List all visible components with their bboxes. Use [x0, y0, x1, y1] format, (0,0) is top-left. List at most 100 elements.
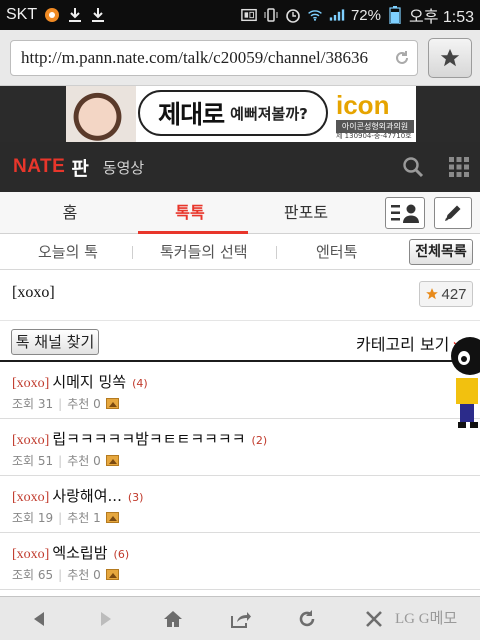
- view-count: 조회 51: [12, 454, 54, 468]
- post-tag: [xoxo]: [12, 376, 50, 391]
- like-count: 추천 0: [67, 397, 101, 411]
- write-button[interactable]: [434, 197, 472, 229]
- post-title: 시메지 밍쏙: [52, 373, 127, 391]
- close-icon[interactable]: [362, 607, 386, 631]
- list-item[interactable]: [xoxo] 시메지 밍쏙 (4) 조회 31 | 추천 0: [0, 362, 480, 419]
- favorite-count: 427: [441, 285, 467, 303]
- post-list: [xoxo] 시메지 밍쏙 (4) 조회 31 | 추천 0 [xoxo] 립ㅋㅋㅋㅋ…: [0, 362, 480, 590]
- sub-tab-today[interactable]: 오늘의 톡: [38, 234, 98, 270]
- floating-mascot-icon[interactable]: [448, 328, 480, 438]
- find-channel-button[interactable]: 톡 채널 찾기: [11, 329, 99, 355]
- list-item[interactable]: [xoxo] 사랑해여... (3) 조회 19 | 추천 1: [0, 476, 480, 533]
- category-view-link[interactable]: 카테고리 보기›: [356, 331, 459, 355]
- grid-menu-icon[interactable]: [448, 156, 470, 178]
- star-icon: [426, 288, 439, 300]
- comment-count: (2): [251, 434, 268, 447]
- post-meta: 조회 19 | 추천 1: [12, 509, 119, 526]
- post-title-line: [xoxo] 립ㅋㅋㅋㅋㅋ밤ㅋㅌㅌㅋㅋㅋㅋ (2): [12, 428, 267, 449]
- photo-icon: [105, 569, 119, 580]
- download-icon-2: [90, 7, 106, 23]
- profile-list-icon: [391, 204, 419, 223]
- post-title: 엑소립밤: [52, 544, 108, 562]
- bookmark-button[interactable]: [428, 38, 472, 78]
- signal-icon: [329, 7, 345, 23]
- channel-row: [xoxo] 427: [0, 276, 480, 312]
- ad-model-image: [66, 86, 136, 142]
- post-tag: [xoxo]: [12, 547, 50, 562]
- list-item[interactable]: [xoxo] 엑소립밤 (6) 조회 65 | 추천 0: [0, 533, 480, 590]
- post-title: 립ㅋㅋㅋㅋㅋ밤ㅋㅌㅌㅋㅋㅋㅋ: [52, 430, 246, 448]
- view-count: 조회 31: [12, 397, 54, 411]
- ad-subheadline: 예뻐져볼까?: [230, 104, 308, 123]
- meta-separator: |: [58, 510, 63, 525]
- my-profile-button[interactable]: [385, 197, 425, 229]
- main-tabs: 홈 톡톡 판포토: [0, 192, 480, 234]
- tab-panpo[interactable]: 판포토: [264, 192, 348, 234]
- like-count: 추천 0: [67, 454, 101, 468]
- ad-speech-bubble: 제대로 예뻐져볼까?: [138, 90, 328, 136]
- browser-bottom-bar: LG G메모: [0, 596, 480, 640]
- home-icon[interactable]: [161, 607, 185, 631]
- sub-tab-entertainment[interactable]: 엔터톡: [316, 234, 357, 270]
- favorite-button[interactable]: 427: [419, 281, 473, 307]
- wifi-icon: [307, 7, 323, 23]
- meta-separator: |: [58, 396, 63, 411]
- post-title-line: [xoxo] 시메지 밍쏙 (4): [12, 371, 148, 392]
- battery-icon: [387, 6, 403, 24]
- like-count: 추천 1: [67, 511, 101, 525]
- post-tag: [xoxo]: [12, 433, 50, 448]
- ad-banner[interactable]: 제대로 예뻐져볼까? icon 아이콘성형외과의원 제 130904-중-477…: [66, 86, 416, 142]
- meta-separator: |: [58, 453, 63, 468]
- video-link[interactable]: 동영상: [103, 157, 144, 178]
- post-meta: 조회 65 | 추천 0: [12, 566, 119, 583]
- device-watermark: LG G메모: [395, 611, 458, 627]
- photo-icon: [105, 455, 119, 466]
- ad-logo: icon: [336, 90, 390, 120]
- post-meta: 조회 51 | 추천 0: [12, 452, 119, 469]
- back-icon[interactable]: [27, 607, 51, 631]
- sub-tab-talkers-choice[interactable]: 톡커들의 선택: [160, 234, 248, 270]
- battery-percent: 72%: [350, 6, 381, 24]
- reload-icon[interactable]: [393, 49, 411, 67]
- clock: 오후 1:53: [408, 9, 474, 26]
- view-count: 조회 19: [12, 511, 54, 525]
- comment-count: (3): [127, 491, 144, 504]
- star-icon: [440, 48, 460, 67]
- carrier-label: SKT: [6, 6, 38, 23]
- pencil-icon: [445, 205, 461, 221]
- comment-count: (6): [113, 548, 130, 561]
- refresh-icon[interactable]: [295, 607, 319, 631]
- post-title-line: [xoxo] 사랑해여... (3): [12, 485, 143, 506]
- photo-icon: [105, 398, 119, 409]
- ad-strip: 제대로 예뻐져볼까? icon 아이콘성형외과의원 제 130904-중-477…: [0, 86, 480, 142]
- list-item[interactable]: [xoxo] 립ㅋㅋㅋㅋㅋ밤ㅋㅌㅌㅋㅋㅋㅋ (2) 조회 51 | 추천 0: [0, 419, 480, 476]
- view-count: 조회 65: [12, 568, 54, 582]
- meta-separator: |: [58, 567, 63, 582]
- forward-icon[interactable]: [94, 607, 118, 631]
- status-left: SKT: [6, 6, 106, 24]
- vibrate-icon: [263, 7, 279, 23]
- share-icon[interactable]: [228, 607, 252, 631]
- sub-tab-divider: [132, 246, 133, 259]
- alarm-icon: [285, 7, 301, 23]
- download-icon: [67, 7, 83, 23]
- sub-tabs: 오늘의 톡 톡커들의 선택 엔터톡 전체목록: [0, 234, 480, 270]
- all-list-button[interactable]: 전체목록: [409, 239, 473, 265]
- tab-home[interactable]: 홈: [30, 192, 110, 234]
- status-bar: SKT 72% 오후 1:53: [0, 0, 480, 30]
- status-right: 72% 오후 1:53: [241, 3, 474, 27]
- site-header: NATE 판 동영상: [0, 142, 480, 192]
- search-icon[interactable]: [402, 156, 424, 178]
- post-title-line: [xoxo] 엑소립밤 (6): [12, 542, 129, 563]
- post-meta: 조회 31 | 추천 0: [12, 395, 119, 412]
- tab-toktok[interactable]: 톡톡: [138, 192, 248, 234]
- nate-logo[interactable]: NATE: [13, 156, 65, 178]
- url-field[interactable]: http://m.pann.nate.com/talk/c20059/chann…: [10, 40, 418, 76]
- pann-logo[interactable]: 판: [71, 154, 88, 181]
- category-view-label: 카테고리 보기: [356, 335, 450, 354]
- photo-icon: [105, 512, 119, 523]
- ad-registration: 제 130904-중-47710호: [336, 132, 412, 140]
- url-text: http://m.pann.nate.com/talk/c20059/chann…: [21, 48, 369, 67]
- comment-count: (4): [132, 377, 148, 390]
- channel-find-row: 톡 채널 찾기 카테고리 보기›: [0, 320, 480, 362]
